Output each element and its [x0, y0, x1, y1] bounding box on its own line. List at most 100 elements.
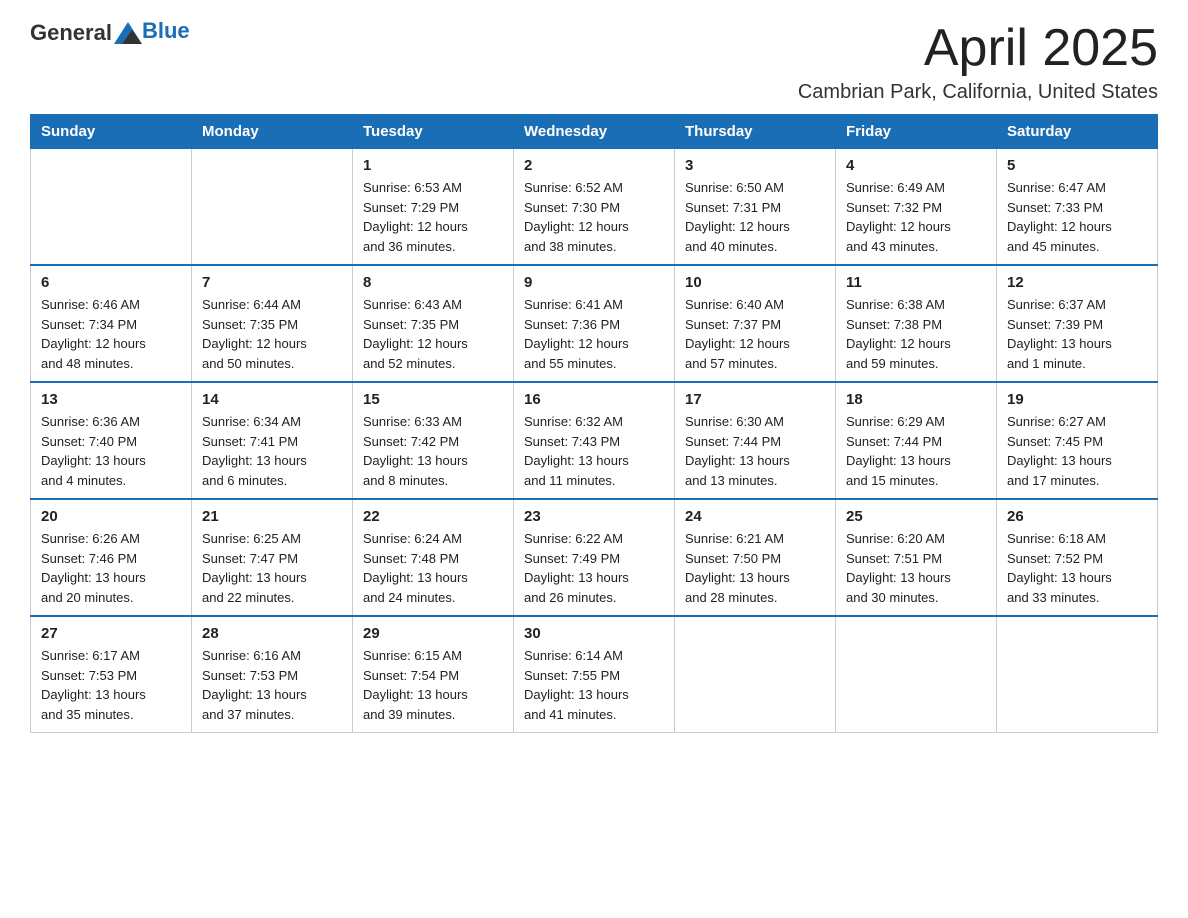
calendar-cell: 18Sunrise: 6:29 AMSunset: 7:44 PMDayligh…	[836, 382, 997, 499]
calendar-cell: 22 Sunrise: 6:24 AMSunset: 7:48 PMDayligh…	[353, 499, 514, 616]
day-number: 6	[41, 274, 181, 291]
calendar-header-wednesday: Wednesday	[514, 115, 675, 149]
calendar-header-saturday: Saturday	[997, 115, 1158, 149]
day-number: 8	[363, 274, 503, 291]
day-info: Sunrise: 6:14 AMSunset: 7:55 PMDaylight:…	[524, 646, 664, 724]
day-number: 23	[524, 508, 664, 525]
day-info: Sunrise: 6:40 AMSunset: 7:37 PMDaylight:…	[685, 295, 825, 373]
day-info: Sunrise: 6:50 AMSunset: 7:31 PMDaylight:…	[685, 178, 825, 256]
day-number: 22	[363, 508, 503, 525]
calendar-cell: 29 Sunrise: 6:15 AMSunset: 7:54 PMDayligh…	[353, 616, 514, 733]
day-number: 4	[846, 157, 986, 174]
day-info: Sunrise: 6:17 AMSunset: 7:53 PMDaylight:…	[41, 646, 181, 724]
calendar-cell: 15 Sunrise: 6:33 AMSunset: 7:42 PMDayligh…	[353, 382, 514, 499]
title-block: April 2025 Cambrian Park, California, Un…	[798, 20, 1158, 104]
location-title: Cambrian Park, California, United States	[798, 81, 1158, 104]
calendar-cell: 7 Sunrise: 6:44 AMSunset: 7:35 PMDaylight…	[192, 265, 353, 382]
calendar-cell: 5 Sunrise: 6:47 AMSunset: 7:33 PMDaylight…	[997, 149, 1158, 266]
calendar-cell: 9 Sunrise: 6:41 AMSunset: 7:36 PMDaylight…	[514, 265, 675, 382]
calendar-week-2: 6Sunrise: 6:46 AMSunset: 7:34 PMDaylight…	[31, 265, 1158, 382]
logo-general-text: General	[30, 20, 112, 46]
calendar-cell: 4 Sunrise: 6:49 AMSunset: 7:32 PMDaylight…	[836, 149, 997, 266]
calendar-cell: 25 Sunrise: 6:20 AMSunset: 7:51 PMDayligh…	[836, 499, 997, 616]
calendar-cell	[836, 616, 997, 733]
logo-icon	[114, 22, 142, 44]
calendar-cell: 6Sunrise: 6:46 AMSunset: 7:34 PMDaylight…	[31, 265, 192, 382]
day-info: Sunrise: 6:47 AMSunset: 7:33 PMDaylight:…	[1007, 178, 1147, 256]
day-number: 26	[1007, 508, 1147, 525]
day-info: Sunrise: 6:33 AMSunset: 7:42 PMDaylight:…	[363, 412, 503, 490]
day-number: 16	[524, 391, 664, 408]
day-number: 3	[685, 157, 825, 174]
day-number: 15	[363, 391, 503, 408]
calendar-cell: 14 Sunrise: 6:34 AMSunset: 7:41 PMDayligh…	[192, 382, 353, 499]
day-info: Sunrise: 6:18 AMSunset: 7:52 PMDaylight:…	[1007, 529, 1147, 607]
day-info: Sunrise: 6:38 AMSunset: 7:38 PMDaylight:…	[846, 295, 986, 373]
day-info: Sunrise: 6:20 AMSunset: 7:51 PMDaylight:…	[846, 529, 986, 607]
day-number: 24	[685, 508, 825, 525]
day-info: Sunrise: 6:43 AMSunset: 7:35 PMDaylight:…	[363, 295, 503, 373]
day-info: Sunrise: 6:21 AMSunset: 7:50 PMDaylight:…	[685, 529, 825, 607]
day-info: Sunrise: 6:29 AMSunset: 7:44 PMDaylight:…	[846, 412, 986, 490]
day-number: 14	[202, 391, 342, 408]
day-info: Sunrise: 6:49 AMSunset: 7:32 PMDaylight:…	[846, 178, 986, 256]
calendar-cell: 12Sunrise: 6:37 AMSunset: 7:39 PMDayligh…	[997, 265, 1158, 382]
calendar-cell	[31, 149, 192, 266]
day-info: Sunrise: 6:36 AMSunset: 7:40 PMDaylight:…	[41, 412, 181, 490]
calendar-cell: 26 Sunrise: 6:18 AMSunset: 7:52 PMDayligh…	[997, 499, 1158, 616]
calendar-header-monday: Monday	[192, 115, 353, 149]
calendar-header-tuesday: Tuesday	[353, 115, 514, 149]
day-info: Sunrise: 6:27 AMSunset: 7:45 PMDaylight:…	[1007, 412, 1147, 490]
calendar-cell: 17Sunrise: 6:30 AMSunset: 7:44 PMDayligh…	[675, 382, 836, 499]
calendar-header-row: SundayMondayTuesdayWednesdayThursdayFrid…	[31, 115, 1158, 149]
calendar-header-friday: Friday	[836, 115, 997, 149]
day-number: 21	[202, 508, 342, 525]
day-info: Sunrise: 6:26 AMSunset: 7:46 PMDaylight:…	[41, 529, 181, 607]
calendar-cell: 16 Sunrise: 6:32 AMSunset: 7:43 PMDayligh…	[514, 382, 675, 499]
page-header: General Blue April 2025 Cambrian Park, C…	[30, 20, 1158, 104]
calendar-table: SundayMondayTuesdayWednesdayThursdayFrid…	[30, 114, 1158, 733]
day-info: Sunrise: 6:15 AMSunset: 7:54 PMDaylight:…	[363, 646, 503, 724]
day-info: Sunrise: 6:22 AMSunset: 7:49 PMDaylight:…	[524, 529, 664, 607]
calendar-cell: 10Sunrise: 6:40 AMSunset: 7:37 PMDayligh…	[675, 265, 836, 382]
day-info: Sunrise: 6:25 AMSunset: 7:47 PMDaylight:…	[202, 529, 342, 607]
day-info: Sunrise: 6:37 AMSunset: 7:39 PMDaylight:…	[1007, 295, 1147, 373]
day-number: 19	[1007, 391, 1147, 408]
day-info: Sunrise: 6:32 AMSunset: 7:43 PMDaylight:…	[524, 412, 664, 490]
calendar-cell: 1 Sunrise: 6:53 AMSunset: 7:29 PMDaylight…	[353, 149, 514, 266]
day-info: Sunrise: 6:34 AMSunset: 7:41 PMDaylight:…	[202, 412, 342, 490]
day-number: 28	[202, 625, 342, 642]
day-number: 29	[363, 625, 503, 642]
calendar-cell: 20Sunrise: 6:26 AMSunset: 7:46 PMDayligh…	[31, 499, 192, 616]
calendar-cell	[997, 616, 1158, 733]
calendar-cell: 19 Sunrise: 6:27 AMSunset: 7:45 PMDayligh…	[997, 382, 1158, 499]
calendar-header-thursday: Thursday	[675, 115, 836, 149]
month-title: April 2025	[798, 20, 1158, 77]
day-info: Sunrise: 6:16 AMSunset: 7:53 PMDaylight:…	[202, 646, 342, 724]
calendar-cell	[192, 149, 353, 266]
day-info: Sunrise: 6:24 AMSunset: 7:48 PMDaylight:…	[363, 529, 503, 607]
calendar-header-sunday: Sunday	[31, 115, 192, 149]
calendar-week-3: 13 Sunrise: 6:36 AMSunset: 7:40 PMDayligh…	[31, 382, 1158, 499]
day-number: 27	[41, 625, 181, 642]
calendar-cell: 3 Sunrise: 6:50 AMSunset: 7:31 PMDaylight…	[675, 149, 836, 266]
day-info: Sunrise: 6:30 AMSunset: 7:44 PMDaylight:…	[685, 412, 825, 490]
calendar-cell: 21 Sunrise: 6:25 AMSunset: 7:47 PMDayligh…	[192, 499, 353, 616]
calendar-cell: 8 Sunrise: 6:43 AMSunset: 7:35 PMDaylight…	[353, 265, 514, 382]
day-number: 5	[1007, 157, 1147, 174]
day-info: Sunrise: 6:53 AMSunset: 7:29 PMDaylight:…	[363, 178, 503, 256]
day-info: Sunrise: 6:41 AMSunset: 7:36 PMDaylight:…	[524, 295, 664, 373]
calendar-cell: 13 Sunrise: 6:36 AMSunset: 7:40 PMDayligh…	[31, 382, 192, 499]
day-number: 13	[41, 391, 181, 408]
day-number: 25	[846, 508, 986, 525]
day-number: 1	[363, 157, 503, 174]
calendar-week-1: 1 Sunrise: 6:53 AMSunset: 7:29 PMDaylight…	[31, 149, 1158, 266]
day-info: Sunrise: 6:44 AMSunset: 7:35 PMDaylight:…	[202, 295, 342, 373]
calendar-cell: 11 Sunrise: 6:38 AMSunset: 7:38 PMDayligh…	[836, 265, 997, 382]
day-number: 30	[524, 625, 664, 642]
day-number: 11	[846, 274, 986, 291]
calendar-cell: 23 Sunrise: 6:22 AMSunset: 7:49 PMDayligh…	[514, 499, 675, 616]
day-number: 7	[202, 274, 342, 291]
day-number: 9	[524, 274, 664, 291]
day-number: 2	[524, 157, 664, 174]
